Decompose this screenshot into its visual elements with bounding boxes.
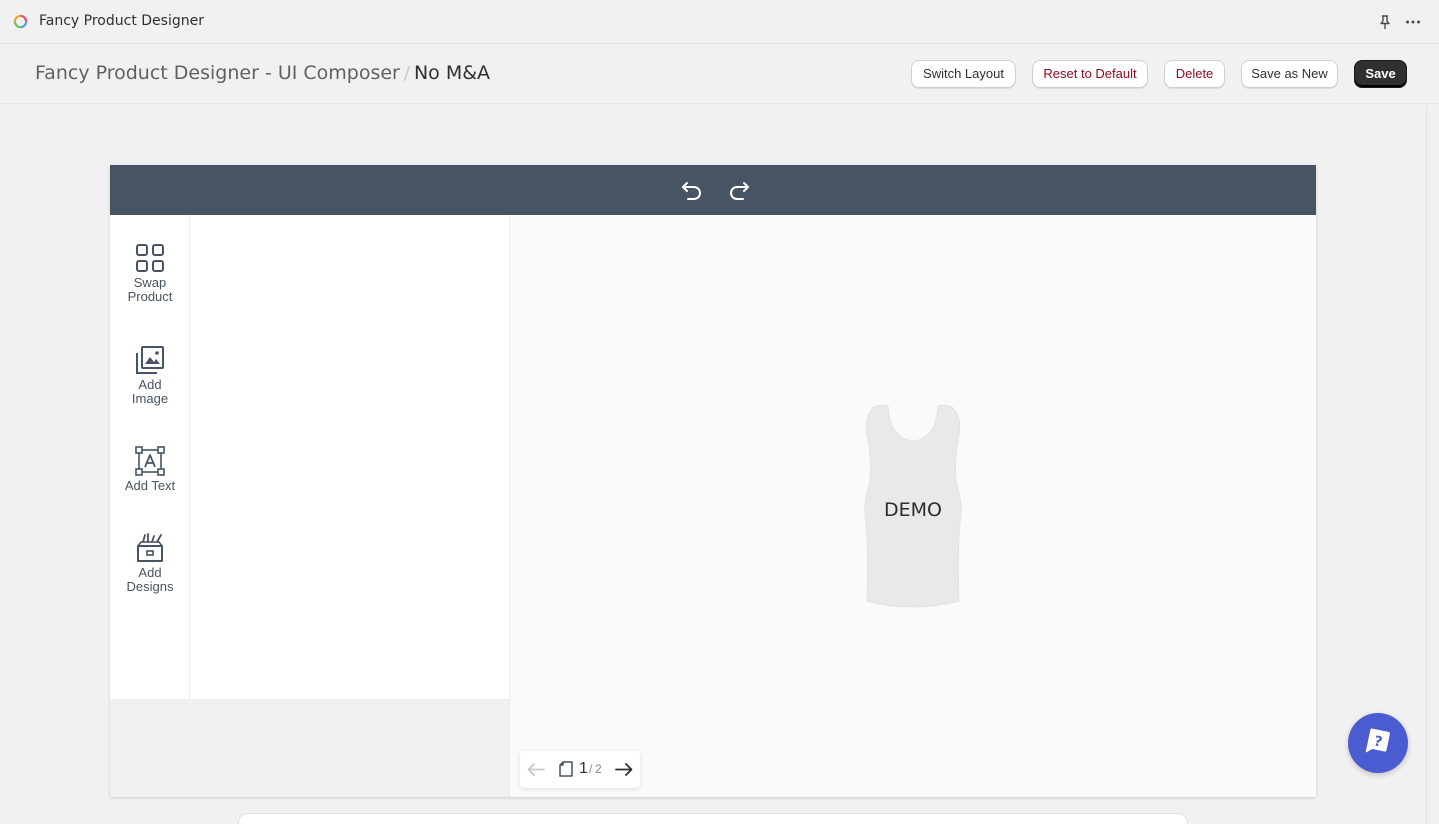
- nav-add-image[interactable]: Add Image: [110, 345, 190, 406]
- nav-add-designs[interactable]: Add Designs: [110, 533, 190, 594]
- product-text[interactable]: DEMO: [884, 499, 942, 521]
- pager-separator: /: [589, 762, 593, 776]
- undo-icon[interactable]: [680, 179, 704, 201]
- pager-total: 2: [595, 762, 602, 776]
- breadcrumb: Fancy Product Designer - UI Composer / No …: [35, 62, 490, 84]
- switch-layout-button[interactable]: Switch Layout: [911, 60, 1016, 88]
- pager-current: 1: [579, 760, 588, 777]
- page-header: Fancy Product Designer - UI Composer / No …: [0, 45, 1439, 104]
- reset-to-default-button[interactable]: Reset to Default: [1032, 60, 1148, 88]
- module-panel: [190, 215, 510, 699]
- view-pager: 1 / 2: [520, 751, 640, 788]
- help-icon: ?: [1365, 728, 1390, 753]
- image-icon: [136, 346, 164, 374]
- help-chat-button[interactable]: ?: [1348, 713, 1408, 773]
- nav-label: Add Image: [131, 377, 169, 406]
- breadcrumb-parent-link[interactable]: Fancy Product Designer - UI Composer: [35, 62, 400, 84]
- app-logo-icon: [13, 14, 28, 29]
- arrow-right-icon[interactable]: [614, 761, 634, 778]
- panel-footer: [110, 699, 510, 797]
- bottom-card: [238, 813, 1188, 824]
- nav-swap-product[interactable]: Swap Product: [110, 243, 190, 304]
- delete-button[interactable]: Delete: [1164, 60, 1225, 88]
- nav-add-text[interactable]: Add Text: [110, 446, 190, 493]
- module-navigation: Swap Product Add Image Add Text Add Desi…: [110, 215, 190, 699]
- redo-icon[interactable]: [727, 179, 751, 201]
- nav-label: Add Designs: [126, 565, 174, 594]
- text-icon: [135, 446, 165, 476]
- page-icon: [559, 761, 573, 777]
- more-options-icon[interactable]: [1405, 14, 1421, 30]
- app-title: Fancy Product Designer: [39, 13, 204, 29]
- nav-label: Add Text: [124, 478, 176, 493]
- page-title: No M&A: [413, 62, 491, 84]
- grid-icon: [136, 244, 164, 272]
- designer-toolbar: [110, 165, 1316, 215]
- pin-icon[interactable]: [1377, 14, 1393, 30]
- product-designer: Swap Product Add Image Add Text Add Desi…: [110, 165, 1316, 797]
- design-stage[interactable]: DEMO 1 / 2: [510, 215, 1316, 797]
- app-bar: Fancy Product Designer: [0, 0, 1439, 44]
- tank-top-product[interactable]: DEMO: [860, 403, 966, 608]
- save-button[interactable]: Save: [1354, 60, 1407, 88]
- nav-label: Swap Product: [127, 275, 173, 304]
- save-as-new-button[interactable]: Save as New: [1241, 60, 1338, 88]
- scrollbar-track[interactable]: [1426, 105, 1427, 824]
- designs-icon: [137, 533, 163, 562]
- arrow-left-icon[interactable]: [526, 761, 546, 778]
- breadcrumb-separator: /: [403, 63, 410, 84]
